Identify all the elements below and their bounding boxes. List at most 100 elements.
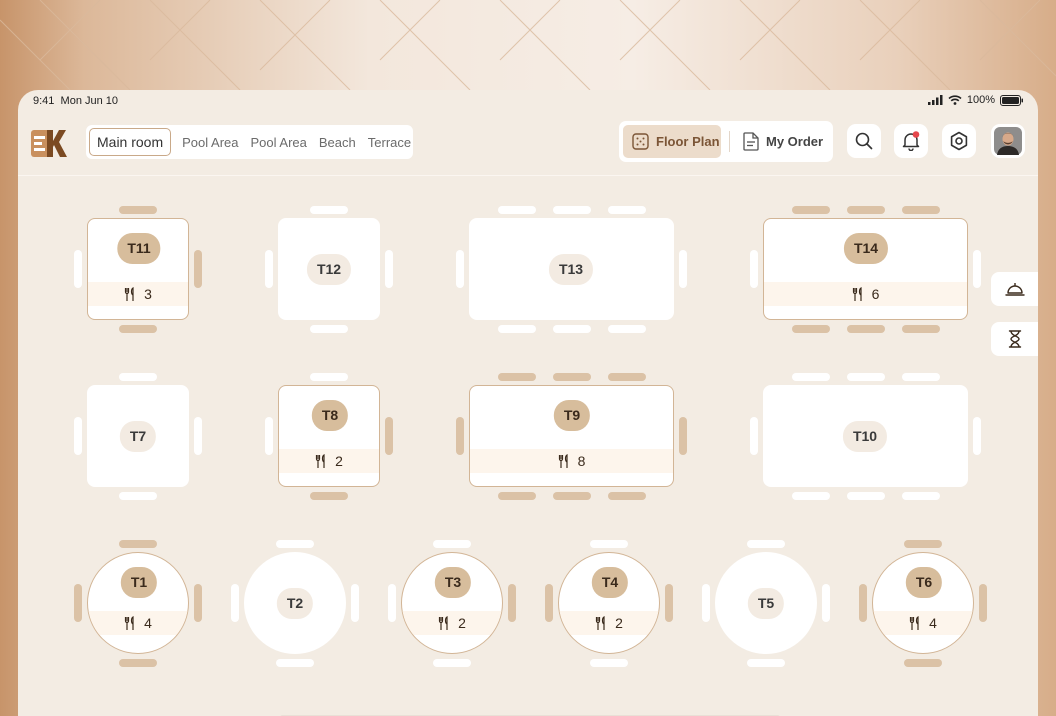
- status-date: Mon Jun 10: [60, 95, 119, 107]
- table-t2[interactable]: T2: [244, 552, 346, 654]
- chair: [119, 373, 157, 381]
- table-t7[interactable]: T7: [87, 385, 189, 487]
- chair: [979, 584, 987, 622]
- chair: [792, 325, 830, 333]
- user-avatar[interactable]: [991, 124, 1025, 158]
- cutlery-icon: [909, 615, 919, 630]
- chair: [847, 492, 885, 500]
- floor-plan: T11 3 T12 T13 T14 6 T7 T8 2 T9 8 T10 T1 …: [18, 177, 1038, 716]
- floor-plan-icon: [632, 133, 649, 150]
- chair: [385, 250, 393, 288]
- chair: [433, 540, 471, 548]
- table-label: T12: [306, 254, 352, 285]
- table-t12[interactable]: T12: [278, 218, 380, 320]
- chair: [608, 206, 646, 214]
- table-t13[interactable]: T13: [469, 218, 674, 320]
- chair: [608, 492, 646, 500]
- chair: [498, 492, 536, 500]
- chair: [665, 584, 673, 622]
- table-t4[interactable]: T4 2: [558, 552, 660, 654]
- room-tab-main-room[interactable]: Main room: [89, 128, 172, 156]
- signal-icon: [927, 95, 943, 105]
- guest-count-value: 2: [335, 453, 343, 469]
- table-t1[interactable]: T1 4: [87, 552, 189, 654]
- room-tab-pool-area-2[interactable]: Pool Area: [245, 129, 313, 156]
- chair: [679, 250, 687, 288]
- settings-button[interactable]: [942, 124, 976, 158]
- chair: [498, 325, 536, 333]
- bell-service-icon: [1004, 283, 1025, 296]
- guest-count-value: 6: [871, 286, 880, 302]
- my-order-button[interactable]: My Order: [737, 125, 823, 158]
- waitlist-button[interactable]: [991, 322, 1038, 356]
- tablet-screen: 9:41 Mon Jun 10 100% Main room Pool Area…: [18, 90, 1038, 716]
- table-t6[interactable]: T6 4: [872, 552, 974, 654]
- search-button[interactable]: [847, 124, 881, 158]
- chair: [590, 540, 628, 548]
- guest-count-value: 2: [615, 615, 623, 631]
- table-t11[interactable]: T11 3: [87, 218, 189, 320]
- chair: [310, 373, 348, 381]
- chair: [74, 250, 82, 288]
- chair: [973, 417, 981, 455]
- room-tab-pool-area[interactable]: Pool Area: [176, 129, 244, 156]
- chair: [194, 250, 202, 288]
- table-t8[interactable]: T8 2: [278, 385, 380, 487]
- guest-count: 4: [873, 611, 973, 635]
- room-tab-beach[interactable]: Beach: [313, 129, 362, 156]
- battery-icon: [1000, 94, 1023, 106]
- table-t5[interactable]: T5: [715, 552, 817, 654]
- chair: [119, 206, 157, 214]
- table-label: T11: [117, 233, 161, 264]
- table-label: T8: [311, 400, 349, 431]
- table-t3[interactable]: T3 2: [401, 552, 503, 654]
- guest-count: 2: [559, 611, 659, 635]
- chair: [265, 417, 273, 455]
- guest-count: 2: [402, 611, 502, 635]
- guest-count-value: 2: [458, 615, 466, 631]
- status-time: 9:41: [33, 95, 55, 107]
- chair: [498, 206, 536, 214]
- chair: [310, 325, 348, 333]
- cutlery-icon: [595, 615, 605, 630]
- chair: [859, 584, 867, 622]
- floor-plan-button[interactable]: Floor Plan: [623, 125, 721, 158]
- table-label: T4: [591, 567, 629, 598]
- chair: [351, 584, 359, 622]
- chair: [119, 659, 157, 667]
- table-label: T2: [276, 588, 314, 619]
- cutlery-icon: [558, 453, 568, 468]
- chair: [553, 492, 591, 500]
- chair: [194, 584, 202, 622]
- chair: [553, 325, 591, 333]
- toggle-divider: [729, 131, 730, 152]
- chair: [902, 492, 940, 500]
- chair: [498, 373, 536, 381]
- chair: [904, 540, 942, 548]
- chair: [119, 325, 157, 333]
- service-bell-button[interactable]: [991, 272, 1038, 306]
- table-t14[interactable]: T14 6: [763, 218, 968, 320]
- wifi-icon: [948, 95, 962, 105]
- cutlery-icon: [124, 286, 134, 301]
- floor-plan-label: Floor Plan: [656, 134, 720, 149]
- battery-level: 100%: [966, 94, 995, 106]
- chair: [902, 325, 940, 333]
- chair: [388, 584, 396, 622]
- notifications-button[interactable]: [894, 124, 928, 158]
- cutlery-icon: [124, 615, 134, 630]
- table-t10[interactable]: T10: [763, 385, 968, 487]
- chair: [747, 540, 785, 548]
- chair: [847, 206, 885, 214]
- chair: [847, 373, 885, 381]
- guest-count-value: 3: [144, 286, 152, 302]
- guest-count-value: 4: [929, 615, 937, 631]
- chair: [433, 659, 471, 667]
- chair: [973, 250, 981, 288]
- chair: [508, 584, 516, 622]
- chair: [608, 325, 646, 333]
- room-tab-terrace[interactable]: Terrace: [362, 129, 417, 156]
- table-t9[interactable]: T9 8: [469, 385, 674, 487]
- chair: [792, 492, 830, 500]
- table-label: T10: [842, 421, 888, 452]
